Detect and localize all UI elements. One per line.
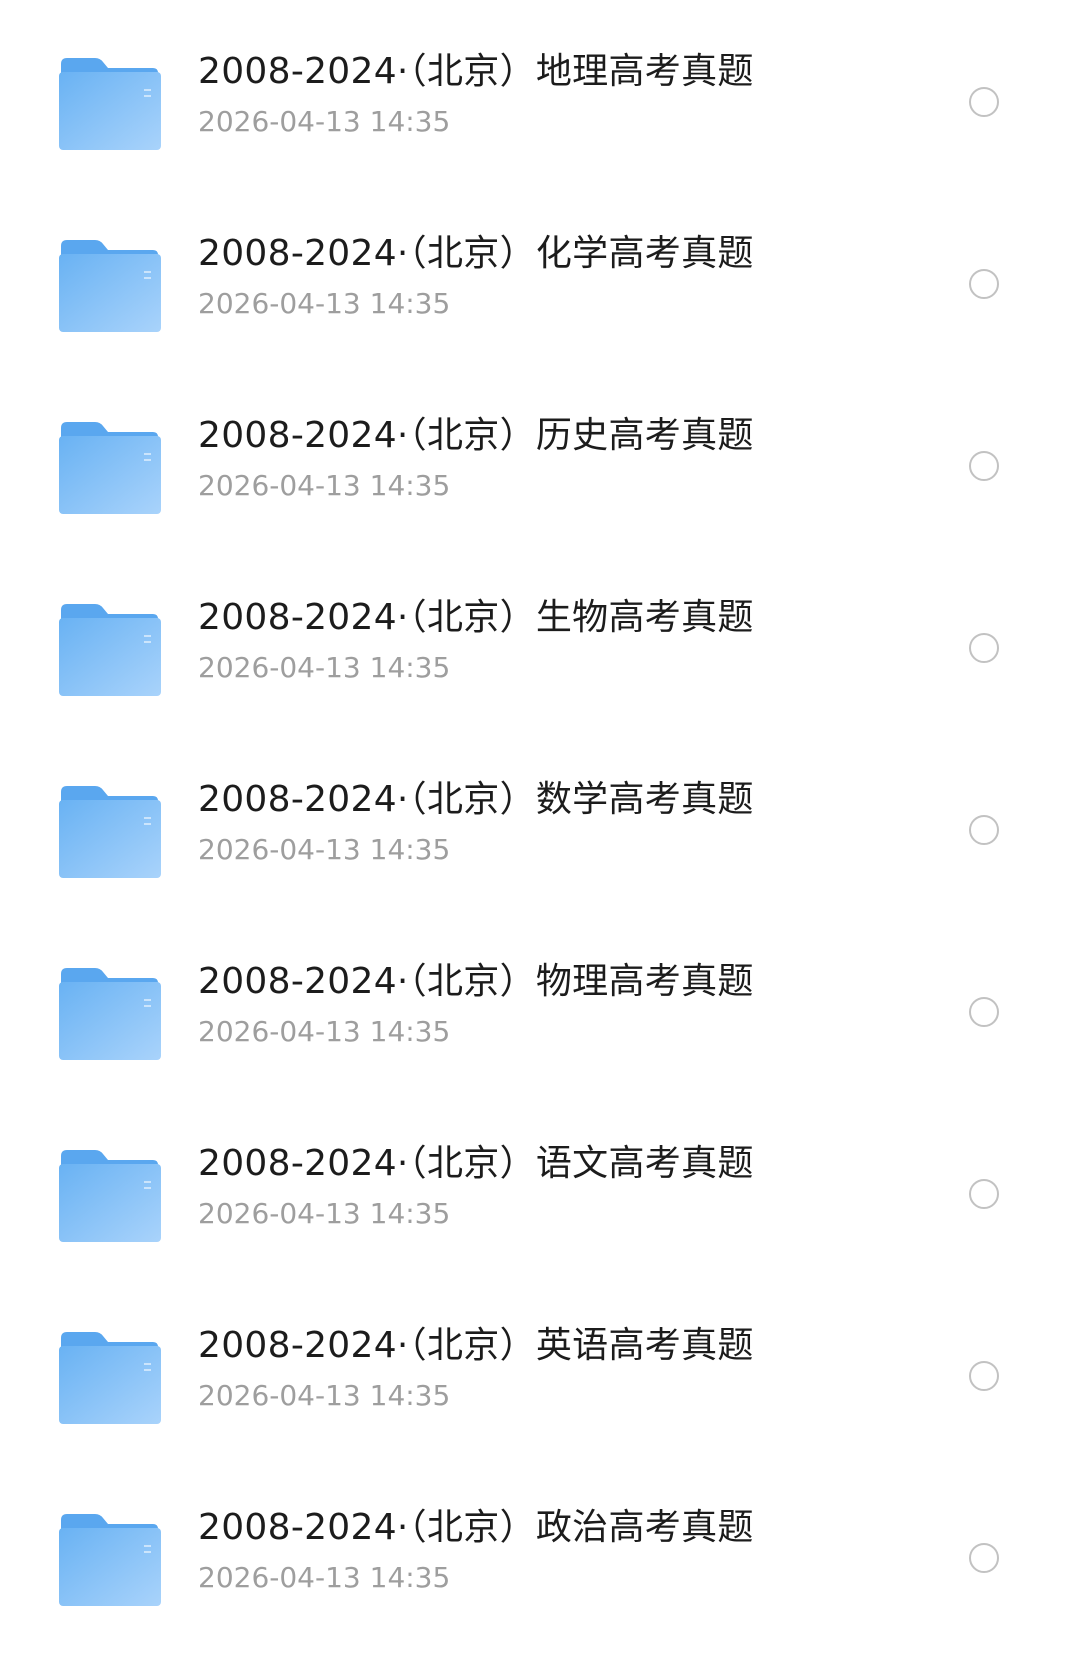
file-modified-time: 2026-04-13 14:35: [198, 105, 451, 138]
select-radio[interactable]: [969, 451, 999, 481]
file-modified-time: 2026-04-13 14:35: [198, 651, 451, 684]
file-list: 2008-2024·（北京）地理高考真题 2026-04-13 14:35 20…: [0, 0, 1080, 1618]
folder-icon: [59, 1330, 161, 1426]
file-name: 2008-2024·（北京）历史高考真题: [198, 415, 754, 456]
file-name: 2008-2024·（北京）化学高考真题: [198, 233, 754, 274]
folder-icon: [59, 420, 161, 516]
file-modified-time: 2026-04-13 14:35: [198, 1197, 451, 1230]
file-name: 2008-2024·（北京）数学高考真题: [198, 779, 754, 820]
file-modified-time: 2026-04-13 14:35: [198, 469, 451, 502]
file-row[interactable]: 2008-2024·（北京）地理高考真题 2026-04-13 14:35: [0, 30, 1080, 202]
file-modified-time: 2026-04-13 14:35: [198, 287, 451, 320]
select-radio[interactable]: [969, 87, 999, 117]
file-row[interactable]: 2008-2024·（北京）生物高考真题 2026-04-13 14:35: [0, 576, 1080, 748]
file-name: 2008-2024·（北京）英语高考真题: [198, 1325, 754, 1366]
folder-icon: [59, 56, 161, 152]
file-modified-time: 2026-04-13 14:35: [198, 833, 451, 866]
select-radio[interactable]: [969, 1543, 999, 1573]
file-modified-time: 2026-04-13 14:35: [198, 1561, 451, 1594]
file-row[interactable]: 2008-2024·（北京）物理高考真题 2026-04-13 14:35: [0, 940, 1080, 1112]
file-name: 2008-2024·（北京）生物高考真题: [198, 597, 754, 638]
select-radio[interactable]: [969, 815, 999, 845]
select-radio[interactable]: [969, 1179, 999, 1209]
file-name: 2008-2024·（北京）语文高考真题: [198, 1143, 754, 1184]
file-row[interactable]: 2008-2024·（北京）政治高考真题 2026-04-13 14:35: [0, 1486, 1080, 1658]
folder-icon: [59, 966, 161, 1062]
select-radio[interactable]: [969, 997, 999, 1027]
file-row[interactable]: 2008-2024·（北京）历史高考真题 2026-04-13 14:35: [0, 394, 1080, 566]
file-row[interactable]: 2008-2024·（北京）语文高考真题 2026-04-13 14:35: [0, 1122, 1080, 1294]
file-name: 2008-2024·（北京）政治高考真题: [198, 1507, 754, 1548]
file-row[interactable]: 2008-2024·（北京）英语高考真题 2026-04-13 14:35: [0, 1304, 1080, 1476]
file-row[interactable]: 2008-2024·（北京）数学高考真题 2026-04-13 14:35: [0, 758, 1080, 930]
folder-icon: [59, 784, 161, 880]
file-name: 2008-2024·（北京）地理高考真题: [198, 51, 754, 92]
folder-icon: [59, 602, 161, 698]
file-modified-time: 2026-04-13 14:35: [198, 1379, 451, 1412]
file-name: 2008-2024·（北京）物理高考真题: [198, 961, 754, 1002]
select-radio[interactable]: [969, 1361, 999, 1391]
select-radio[interactable]: [969, 269, 999, 299]
folder-icon: [59, 238, 161, 334]
folder-icon: [59, 1148, 161, 1244]
select-radio[interactable]: [969, 633, 999, 663]
folder-icon: [59, 1512, 161, 1608]
file-modified-time: 2026-04-13 14:35: [198, 1015, 451, 1048]
file-row[interactable]: 2008-2024·（北京）化学高考真题 2026-04-13 14:35: [0, 212, 1080, 384]
